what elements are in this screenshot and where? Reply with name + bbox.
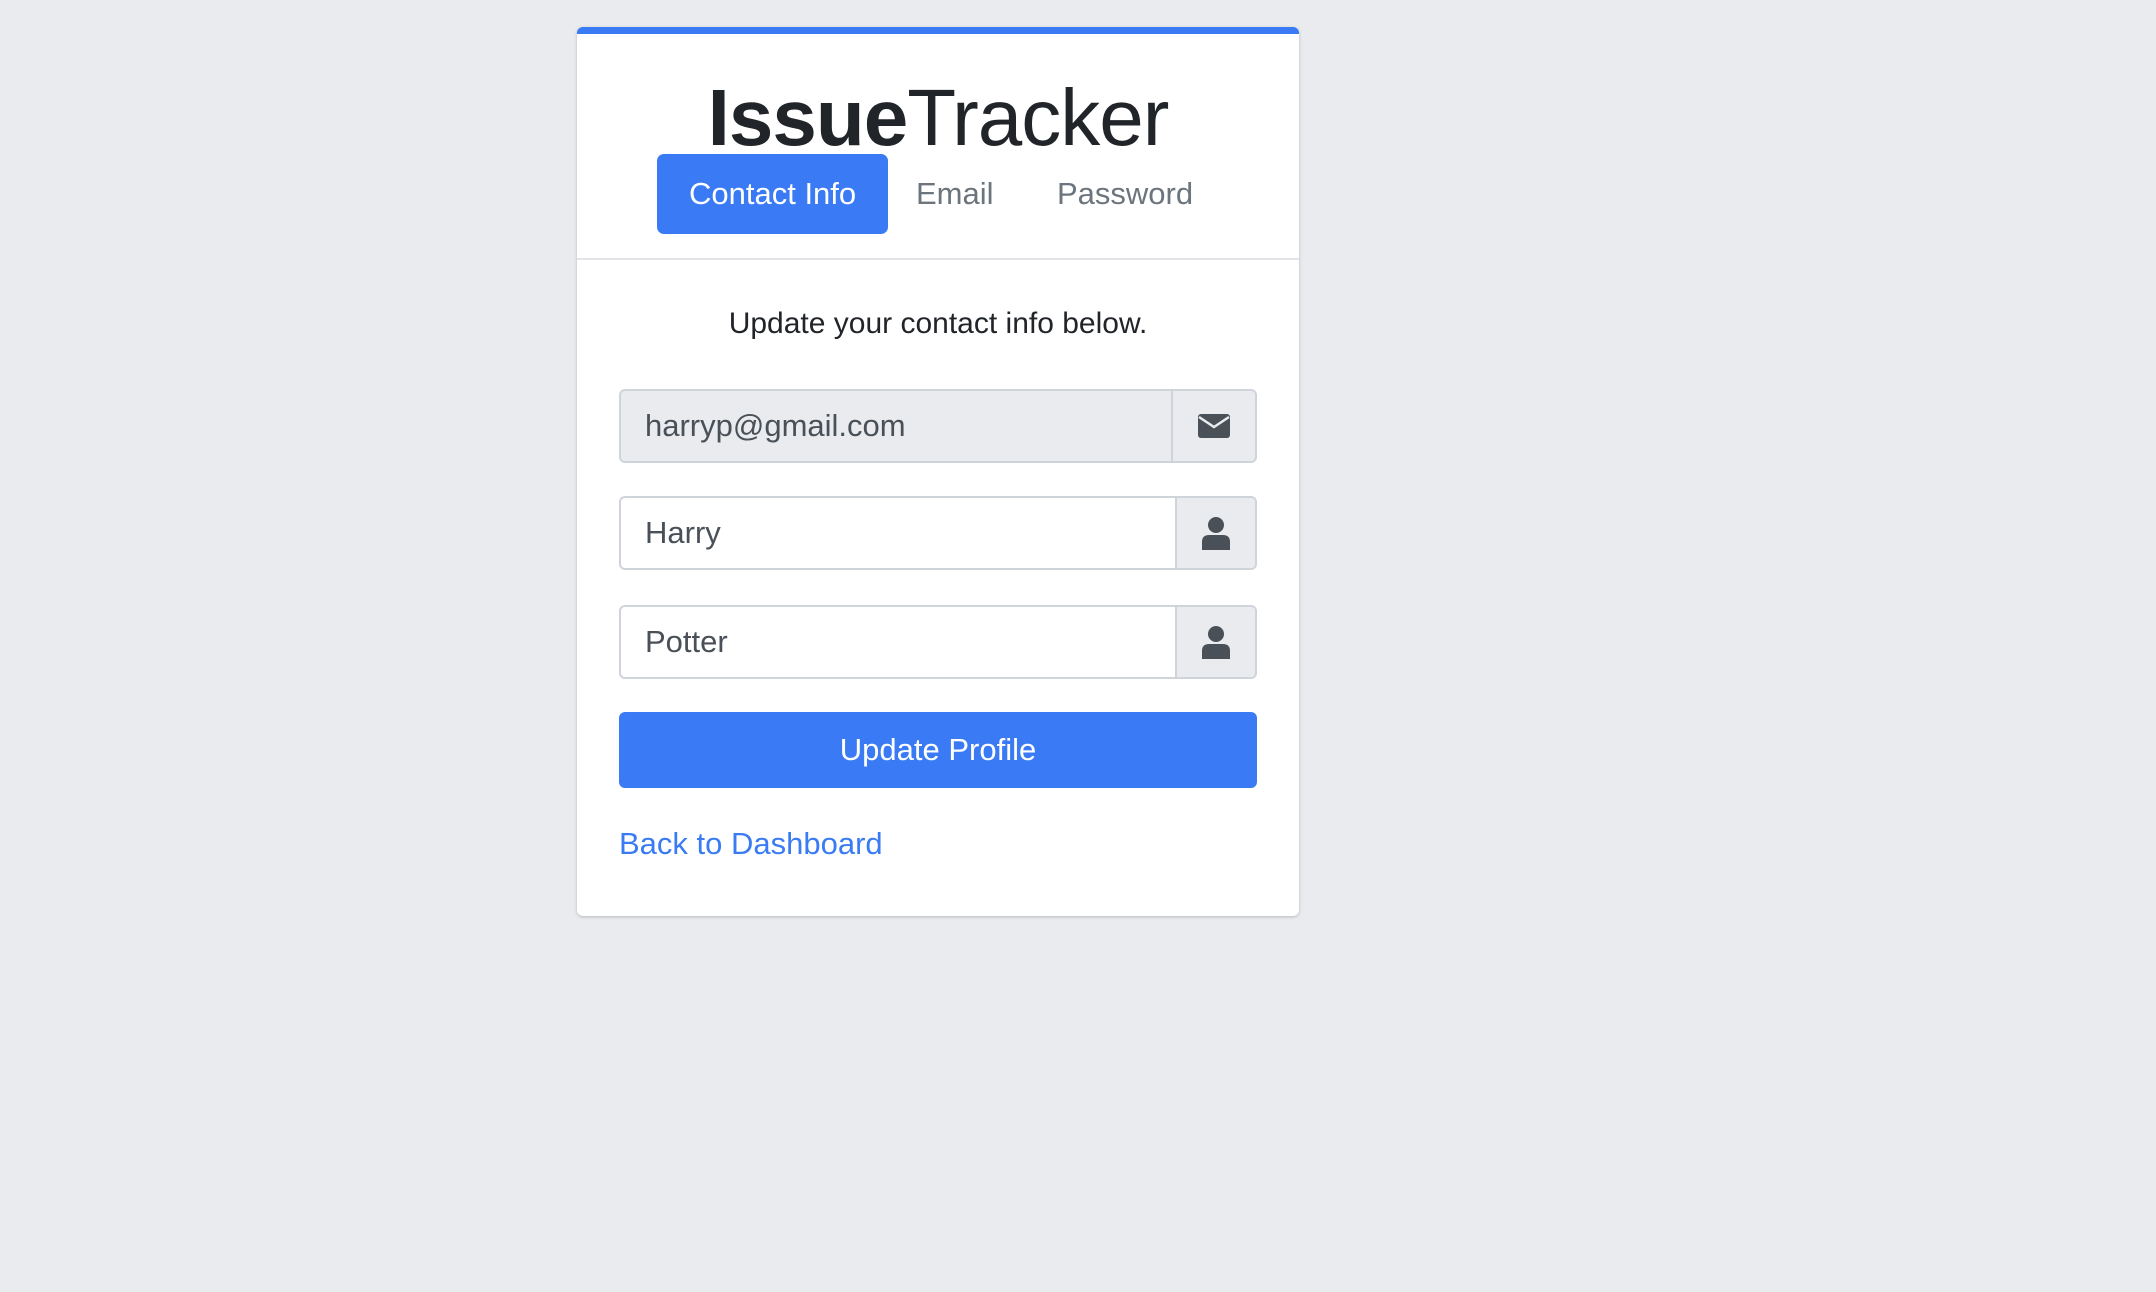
tab-contact-info[interactable]: Contact Info	[657, 154, 889, 234]
first-name-addon	[1175, 498, 1255, 568]
header-divider	[577, 258, 1299, 260]
first-name-field[interactable]	[621, 498, 1175, 568]
profile-card: IssueTracker Contact Info Email Password…	[577, 27, 1299, 916]
last-name-field[interactable]	[621, 607, 1175, 677]
app-title: IssueTracker	[577, 68, 1299, 168]
update-profile-button[interactable]: Update Profile	[619, 712, 1257, 788]
email-field[interactable]	[621, 391, 1171, 461]
app-title-bold: Issue	[707, 73, 909, 162]
last-name-addon	[1175, 607, 1255, 677]
user-icon	[1202, 517, 1230, 550]
form-subtitle: Update your contact info below.	[728, 307, 1148, 340]
tab-password[interactable]: Password	[1025, 154, 1225, 234]
user-icon	[1202, 626, 1230, 659]
email-field-group	[619, 389, 1257, 463]
app-title-light: Tracker	[907, 73, 1169, 162]
first-name-field-group	[619, 496, 1257, 570]
envelope-icon	[1198, 414, 1230, 438]
email-addon	[1171, 391, 1255, 461]
last-name-field-group	[619, 605, 1257, 679]
back-to-dashboard-link[interactable]: Back to Dashboard	[619, 824, 883, 864]
tab-email[interactable]: Email	[884, 154, 1026, 234]
